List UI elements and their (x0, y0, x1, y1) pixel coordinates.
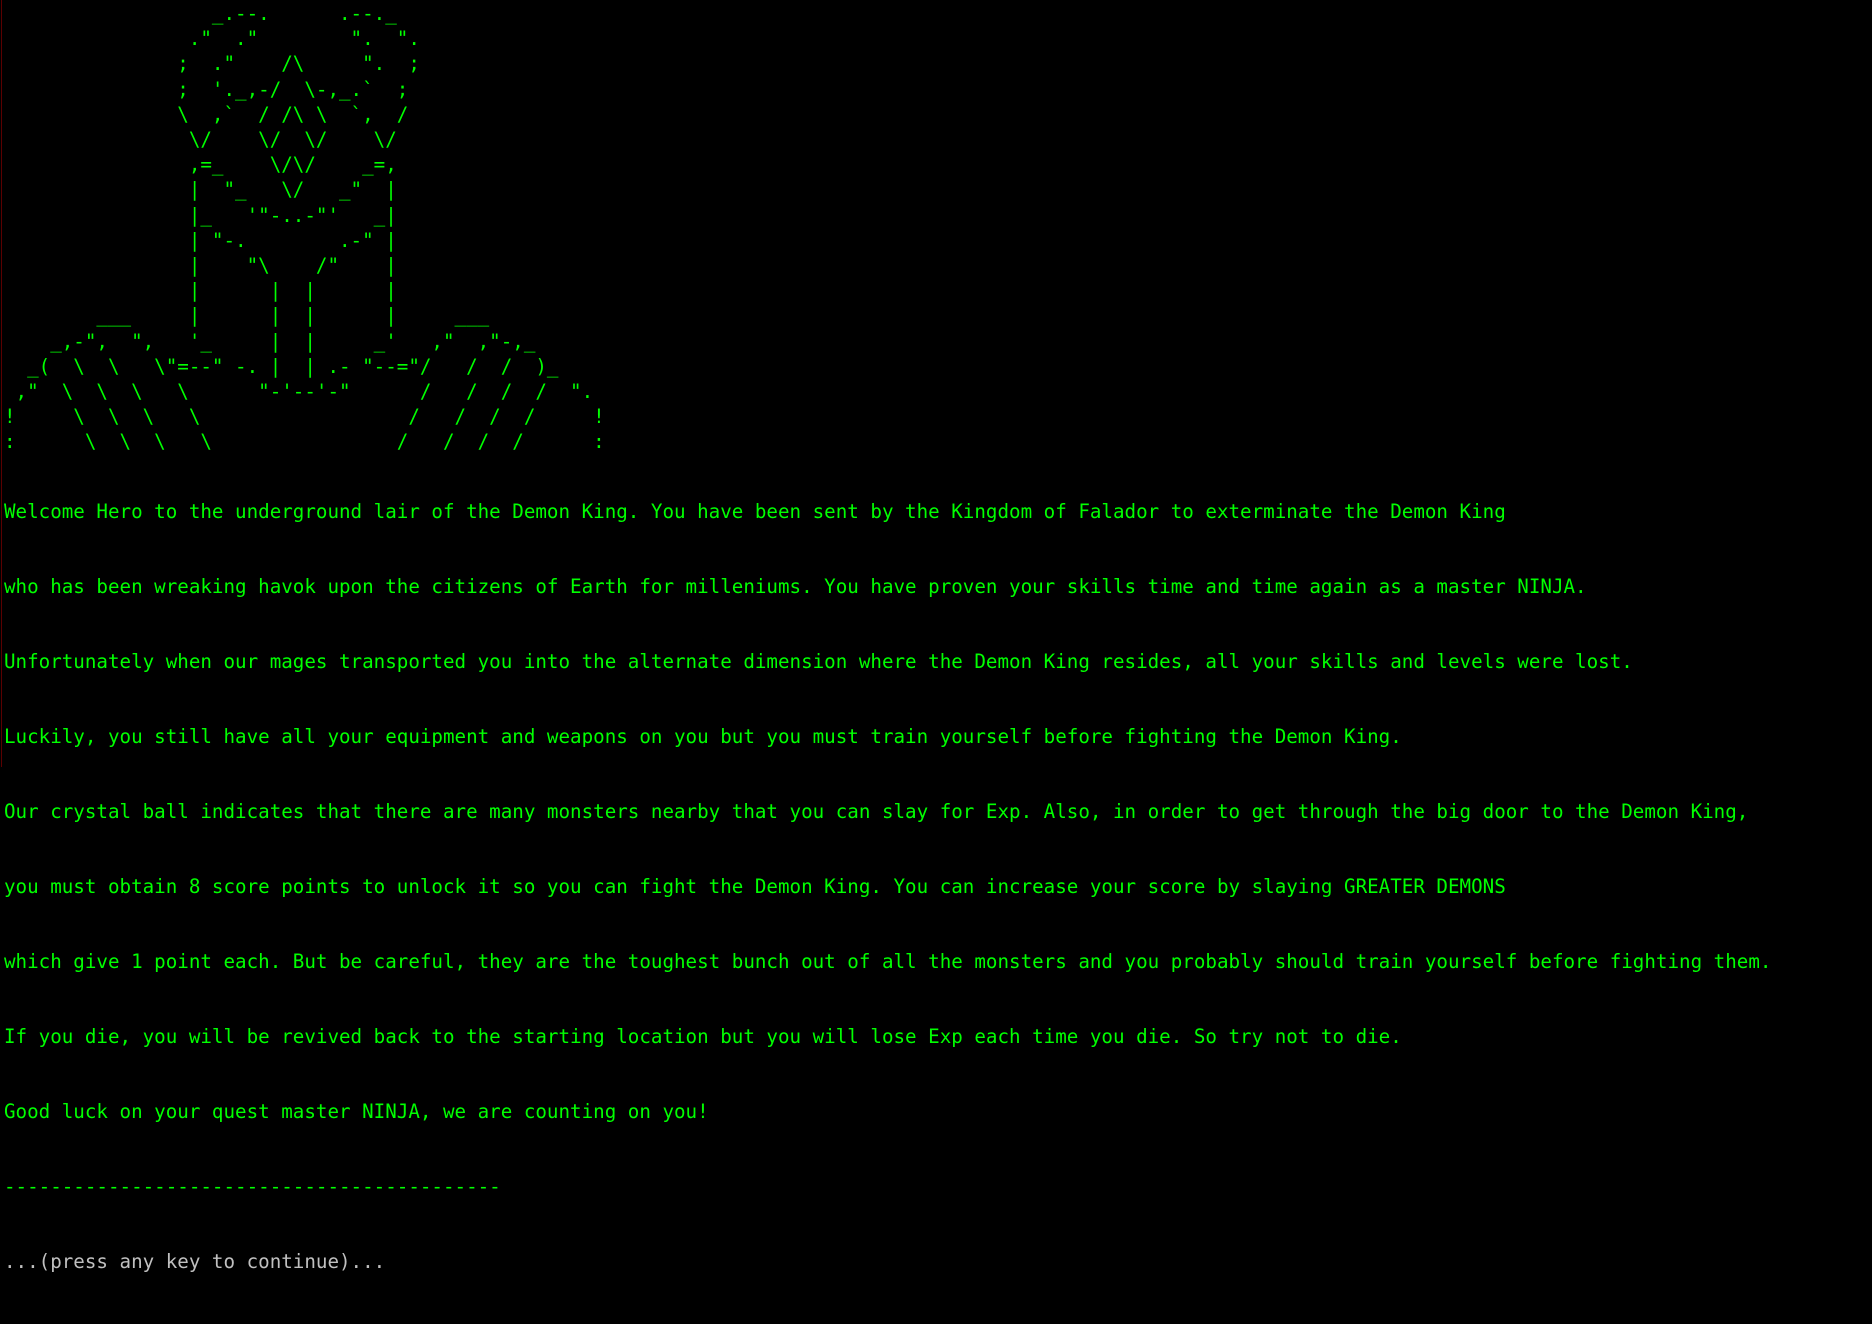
divider-line: ----------------------------------------… (4, 1175, 501, 1198)
story-line: you must obtain 8 score points to unlock… (4, 875, 1506, 898)
console-window[interactable]: _.--. .--._ ." ." ". ". ; ." /\ ". ; ; '… (1, 0, 1867, 1273)
continue-prompt[interactable]: ...(press any key to continue)... (4, 1249, 1771, 1274)
story-text: Welcome Hero to the underground lair of … (4, 449, 1771, 1324)
story-line: who has been wreaking havok upon the cit… (4, 575, 1587, 598)
story-line: Welcome Hero to the underground lair of … (4, 500, 1506, 523)
story-line: which give 1 point each. But be careful,… (4, 950, 1772, 973)
demon-king-ascii-art: _.--. .--._ ." ." ". ". ; ." /\ ". ; ; '… (4, 2, 605, 454)
story-line: Luckily, you still have all your equipme… (4, 725, 1402, 748)
story-line: If you die, you will be revived back to … (4, 1025, 1402, 1048)
story-line: Good luck on your quest master NINJA, we… (4, 1100, 709, 1123)
story-line: Unfortunately when our mages transported… (4, 650, 1633, 673)
story-line: Our crystal ball indicates that there ar… (4, 800, 1749, 823)
